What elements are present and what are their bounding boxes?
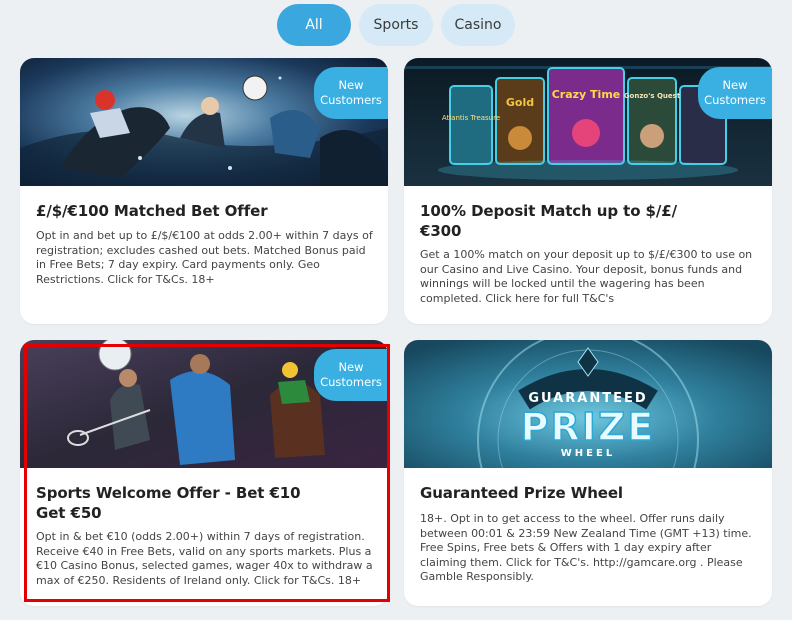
promo-card-matched-bet[interactable]: New Customers £/$/€100 Matched Bet Offer… [20, 58, 388, 324]
slot-label-gold: Gold [506, 96, 534, 109]
slot-label-crazy-time: Crazy Time [552, 88, 621, 101]
tab-sports[interactable]: Sports [359, 4, 433, 46]
wheel-text-prize: PRIZE [521, 405, 656, 449]
new-customers-badge: New Customers [698, 67, 772, 119]
filter-tabs: All Sports Casino [0, 4, 792, 46]
promo-card-prize-wheel[interactable]: GUARANTEED PRIZE WHEEL Guaranteed Prize … [404, 340, 772, 606]
tab-all[interactable]: All [277, 4, 351, 46]
promo-title: £/$/€100 Matched Bet Offer [36, 202, 268, 220]
slot-label-gonzo: Gonzo's Quest [624, 92, 681, 100]
wheel-text-wheel: WHEEL [561, 448, 615, 459]
promo-card-sports-welcome[interactable]: New Customers Sports Welcome Offer - Bet… [20, 340, 388, 606]
wheel-text-guaranteed: GUARANTEED [528, 391, 647, 406]
promo-title: Sports Welcome Offer - Bet €10 Get €50 [36, 484, 301, 522]
promo-card-deposit-match[interactable]: Atlantis Treasure Gold Crazy Time Gonzo'… [404, 58, 772, 324]
promo-description: Opt in & bet €10 (odds 2.00+) within 7 d… [36, 530, 373, 587]
promo-title: 100% Deposit Match up to $/£/ €300 [420, 202, 677, 240]
tab-casino[interactable]: Casino [441, 4, 515, 46]
slot-label-atlantis: Atlantis Treasure [442, 114, 500, 122]
promo-image-prize-wheel: GUARANTEED PRIZE WHEEL [404, 340, 772, 468]
new-customers-badge: New Customers [314, 67, 388, 119]
promo-description: Opt in and bet up to £/$/€100 at odds 2.… [36, 229, 373, 286]
promo-description: 18+. Opt in to get access to the wheel. … [420, 512, 752, 584]
promo-title: Guaranteed Prize Wheel [420, 484, 623, 502]
new-customers-badge: New Customers [314, 349, 388, 401]
promo-description: Get a 100% match on your deposit up to $… [420, 248, 753, 305]
